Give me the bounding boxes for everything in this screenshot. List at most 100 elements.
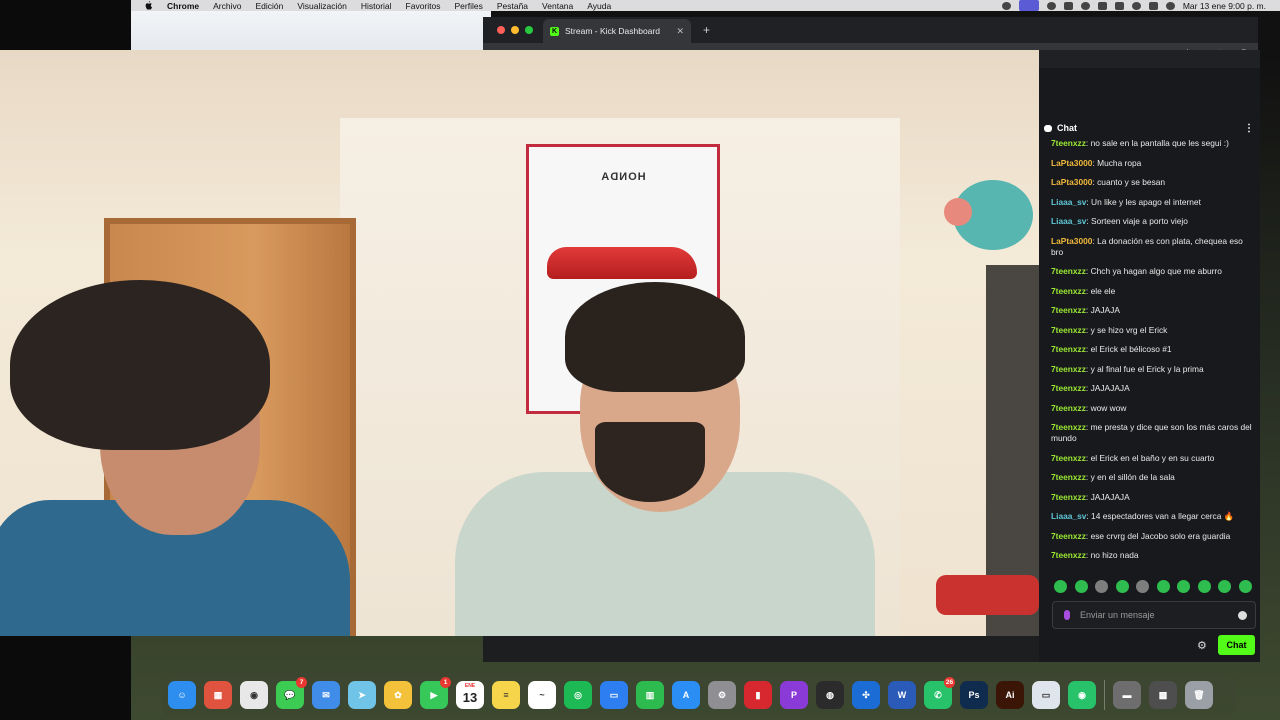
- menu-archivo[interactable]: Archivo: [213, 1, 241, 11]
- numbers-icon[interactable]: ▥: [636, 681, 664, 709]
- maps-icon[interactable]: ➤: [348, 681, 376, 709]
- freeform-icon[interactable]: ~: [528, 681, 556, 709]
- chat-username[interactable]: 7teenxzz: [1051, 453, 1086, 463]
- camera-status-icon[interactable]: [1001, 1, 1011, 10]
- calendar-icon[interactable]: ENE 13: [456, 681, 484, 709]
- dashlane-icon[interactable]: ▮: [744, 681, 772, 709]
- chat-message[interactable]: Liaaa_sv: Sorteen viaje a porto viejo: [1051, 216, 1254, 227]
- chat-message[interactable]: 7teenxzz: el Erick en el baño y en su cu…: [1051, 453, 1254, 464]
- chat-username[interactable]: 7teenxzz: [1051, 364, 1086, 374]
- chat-message[interactable]: 7teenxzz: wow wow: [1051, 403, 1254, 414]
- recent-window-icon[interactable]: ▩: [1149, 681, 1177, 709]
- emote-icon[interactable]: [1095, 580, 1108, 593]
- chat-message[interactable]: 7teenxzz: y en el sillón de la sala: [1051, 472, 1254, 483]
- downloads-icon[interactable]: ▬: [1113, 681, 1141, 709]
- chat-message[interactable]: LaPta3000: Mucha ropa: [1051, 158, 1254, 169]
- illustrator-icon[interactable]: Ai: [996, 681, 1024, 709]
- search-icon[interactable]: [1131, 1, 1141, 10]
- chat-message[interactable]: 7teenxzz: el Erick el bélicoso #1: [1051, 344, 1254, 355]
- chat-message[interactable]: 7teenxzz: JAJAJAJA: [1051, 492, 1254, 503]
- menu-ayuda[interactable]: Ayuda: [587, 1, 611, 11]
- maximize-window-button[interactable]: [525, 26, 533, 34]
- screen-share-icon[interactable]: [1018, 0, 1039, 11]
- messages-icon[interactable]: 💬 7: [276, 677, 307, 709]
- wifi-icon[interactable]: [1114, 1, 1124, 10]
- chat-message[interactable]: 7teenxzz: y al final fue el Erick y la p…: [1051, 364, 1254, 375]
- chat-send-button[interactable]: Chat: [1218, 635, 1255, 655]
- chat-messages[interactable]: 7teenxzz: no sale en la pantalla que les…: [1051, 138, 1254, 570]
- chat-message[interactable]: 7teenxzz: Chch ya hagan algo que me abur…: [1051, 266, 1254, 277]
- stream-video[interactable]: HONDA: [0, 50, 1039, 636]
- menu-pestana[interactable]: Pestaña: [497, 1, 528, 11]
- app-store-icon[interactable]: A: [672, 681, 700, 709]
- menu-visualizacion[interactable]: Visualización: [297, 1, 346, 11]
- emote-icon[interactable]: [1115, 580, 1129, 593]
- chat-username[interactable]: 7teenxzz: [1051, 403, 1086, 413]
- emote-icon[interactable]: [1156, 580, 1170, 593]
- finder-icon[interactable]: ☺: [168, 681, 196, 709]
- chat-input[interactable]: Enviar un mensaje: [1052, 601, 1256, 629]
- whatsapp-icon[interactable]: ✆ 26: [924, 677, 955, 709]
- preview-icon[interactable]: ▭: [1032, 681, 1060, 709]
- browser-tab[interactable]: K Stream - Kick Dashboard ✕: [543, 19, 691, 43]
- battery-icon[interactable]: [1097, 1, 1107, 10]
- chat-username[interactable]: LaPta3000: [1051, 236, 1092, 246]
- background-window[interactable]: [131, 10, 491, 52]
- chat-username[interactable]: LaPta3000: [1051, 177, 1092, 187]
- notes-icon[interactable]: ≡: [492, 681, 520, 709]
- system-settings-icon[interactable]: ⚙: [708, 681, 736, 709]
- menu-perfiles[interactable]: Perfiles: [455, 1, 483, 11]
- control-center-icon[interactable]: [1148, 1, 1158, 10]
- game-controller-icon[interactable]: ✣: [852, 681, 880, 709]
- chat-message[interactable]: 7teenxzz: no sale en la pantalla que les…: [1051, 138, 1254, 149]
- more-options-icon[interactable]: ⋮: [1244, 123, 1254, 134]
- emote-icon[interactable]: [1218, 580, 1231, 593]
- play-icon[interactable]: [1080, 1, 1090, 10]
- trash-icon[interactable]: 🗑: [1185, 681, 1213, 709]
- emote-icon[interactable]: [1238, 580, 1252, 593]
- mail-icon[interactable]: ✉: [312, 681, 340, 709]
- keynote-icon[interactable]: ▭: [600, 681, 628, 709]
- chat-username[interactable]: 7teenxzz: [1051, 286, 1086, 296]
- chat-message[interactable]: 7teenxzz: y se hizo vrg el Erick: [1051, 325, 1254, 336]
- emote-icon[interactable]: [1136, 580, 1149, 593]
- chat-username[interactable]: Liaaa_sv: [1051, 511, 1086, 521]
- tab-close-icon[interactable]: ✕: [676, 26, 684, 37]
- chat-message[interactable]: Liaaa_sv: Un like y les apago el interne…: [1051, 197, 1254, 208]
- emote-icon[interactable]: [1177, 580, 1190, 593]
- minimize-window-button[interactable]: [511, 26, 519, 34]
- chat-username[interactable]: Liaaa_sv: [1051, 197, 1086, 207]
- chat-username[interactable]: 7teenxzz: [1051, 422, 1086, 432]
- launchpad-icon[interactable]: ▦: [204, 681, 232, 709]
- chat-username[interactable]: 7teenxzz: [1051, 383, 1086, 393]
- chat-username[interactable]: 7teenxzz: [1051, 550, 1086, 560]
- photoshop-icon[interactable]: Ps: [960, 681, 988, 709]
- cloud-icon[interactable]: [1063, 1, 1073, 10]
- microphone-icon[interactable]: [1064, 610, 1070, 620]
- chat-message[interactable]: LaPta3000: cuanto y se besan: [1051, 177, 1254, 188]
- chat-username[interactable]: 7teenxzz: [1051, 531, 1086, 541]
- chat-settings-icon[interactable]: ⚙: [1197, 639, 1207, 652]
- chat-username[interactable]: 7teenxzz: [1051, 305, 1086, 315]
- menubar-clock[interactable]: Mar 13 ene 9:00 p. m.: [1183, 1, 1266, 11]
- chat-username[interactable]: 7teenxzz: [1051, 492, 1086, 502]
- word-icon[interactable]: W: [888, 681, 916, 709]
- chat-username[interactable]: 7teenxzz: [1051, 266, 1086, 276]
- spotify-icon[interactable]: ◎: [564, 681, 592, 709]
- emote-icon[interactable]: [1197, 580, 1211, 593]
- chat-message[interactable]: 7teenxzz: JAJAJA: [1051, 305, 1254, 316]
- emoji-picker-icon[interactable]: [1238, 610, 1247, 620]
- chat-message[interactable]: LaPta3000: La donación es con plata, che…: [1051, 236, 1254, 258]
- apple-icon[interactable]: [145, 1, 153, 10]
- screen-app-icon[interactable]: ◉: [1068, 681, 1096, 709]
- chat-message[interactable]: 7teenxzz: me presta y dice que son los m…: [1051, 422, 1254, 444]
- menu-favoritos[interactable]: Favoritos: [406, 1, 441, 11]
- menu-historial[interactable]: Historial: [361, 1, 392, 11]
- obs-icon[interactable]: ◍: [816, 681, 844, 709]
- pdf-app-icon[interactable]: P: [780, 681, 808, 709]
- siri-icon[interactable]: [1165, 1, 1175, 10]
- chat-username[interactable]: 7teenxzz: [1051, 325, 1086, 335]
- chat-username[interactable]: LaPta3000: [1051, 158, 1092, 168]
- emote-icon[interactable]: [1054, 580, 1067, 593]
- chat-message[interactable]: 7teenxzz: no hizo nada: [1051, 550, 1254, 561]
